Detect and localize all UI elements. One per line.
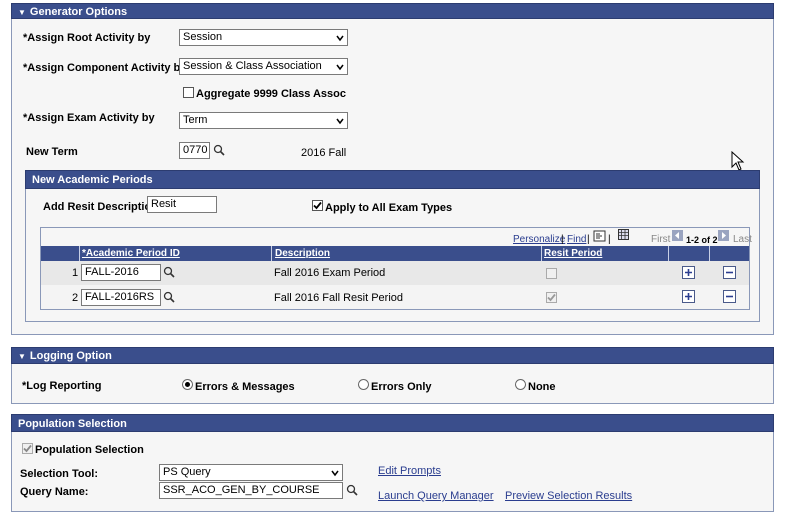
- resit-period-checkbox[interactable]: [546, 268, 557, 279]
- header-divider: [541, 246, 542, 261]
- checkmark-icon: [313, 201, 322, 210]
- generator-options-title: Generator Options: [29, 6, 128, 18]
- chevron-down-icon: [331, 470, 339, 477]
- checkmark-icon: [547, 293, 556, 302]
- radio-none-label: None: [528, 381, 556, 393]
- radio-errors-messages[interactable]: [182, 379, 193, 390]
- period-description: Fall 2016 Exam Period: [274, 267, 386, 279]
- minus-icon: [726, 295, 733, 298]
- lookup-icon[interactable]: [163, 291, 175, 303]
- aggregate-label: Aggregate 9999 Class Assoc: [196, 88, 346, 100]
- triangle-down-icon: ▼: [18, 8, 26, 17]
- query-name-label: Query Name:: [20, 486, 89, 498]
- lookup-icon[interactable]: [163, 266, 175, 278]
- download-icon[interactable]: [618, 229, 629, 240]
- first-label: First: [651, 234, 671, 245]
- period-description: Fall 2016 Fall Resit Period: [274, 292, 404, 304]
- header-divider: [668, 246, 669, 261]
- personalize-link[interactable]: Personalize: [513, 234, 565, 245]
- header-divider: [271, 246, 272, 261]
- new-term-label: New Term: [26, 146, 78, 158]
- logging-option-title: Logging Option: [29, 350, 112, 362]
- lookup-icon[interactable]: [346, 484, 358, 496]
- selection-tool-select[interactable]: PS Query: [159, 464, 343, 481]
- selection-tool-label: Selection Tool:: [20, 468, 99, 480]
- radio-errors-only-label: Errors Only: [371, 381, 432, 393]
- find-link[interactable]: Find: [567, 234, 586, 245]
- toolbar-separator: |: [608, 234, 611, 245]
- assign-exam-value: Term: [183, 114, 208, 126]
- apply-all-label: Apply to All Exam Types: [325, 202, 453, 214]
- assign-component-select[interactable]: Session & Class Association: [179, 58, 348, 75]
- add-row-button[interactable]: [682, 290, 695, 303]
- apply-all-checkbox[interactable]: [312, 200, 323, 211]
- radio-errors-only[interactable]: [358, 379, 369, 390]
- academic-period-id-value: FALL-2016: [85, 266, 139, 278]
- plus-icon: [685, 269, 692, 276]
- assign-root-value: Session: [183, 31, 223, 43]
- minus-icon: [726, 271, 733, 274]
- assign-component-label: *Assign Component Activity by: [23, 62, 187, 74]
- preview-selection-results-link[interactable]: Preview Selection Results: [505, 490, 632, 502]
- mouse-cursor-icon: [731, 151, 745, 171]
- selection-tool-value: PS Query: [163, 466, 211, 478]
- last-arrow-icon[interactable]: [718, 230, 729, 241]
- assign-root-select[interactable]: Session: [179, 29, 348, 46]
- add-row-button[interactable]: [682, 266, 695, 279]
- query-name-value: SSR_ACO_GEN_BY_COURSE: [163, 484, 320, 496]
- row-number: 2: [72, 292, 79, 304]
- academic-period-id-input[interactable]: FALL-2016: [81, 264, 161, 281]
- row-number: 1: [72, 267, 79, 279]
- lookup-icon[interactable]: [213, 144, 225, 156]
- new-term-value: 0770: [183, 144, 208, 156]
- new-term-description: 2016 Fall: [301, 147, 347, 159]
- generator-options-header[interactable]: ▼ Generator Options: [11, 3, 774, 19]
- assign-exam-label: *Assign Exam Activity by: [23, 112, 155, 124]
- academic-period-id-value: FALL-2016RS: [85, 291, 155, 303]
- delete-row-button[interactable]: [723, 290, 736, 303]
- toolbar-separator: |: [587, 234, 590, 245]
- last-label: Last: [733, 234, 752, 245]
- header-divider: [79, 246, 80, 261]
- first-arrow-icon[interactable]: [672, 230, 683, 241]
- add-resit-value: Resit: [151, 198, 177, 210]
- resit-period-checkbox[interactable]: [546, 292, 557, 303]
- plus-icon: [685, 293, 692, 300]
- header-divider: [709, 246, 710, 261]
- add-resit-label: Add Resit Description: [43, 201, 158, 213]
- column-description[interactable]: Description: [275, 246, 330, 261]
- query-name-input[interactable]: SSR_ACO_GEN_BY_COURSE: [159, 482, 343, 499]
- delete-row-button[interactable]: [723, 266, 736, 279]
- assign-component-value: Session & Class Association: [183, 60, 322, 72]
- aggregate-checkbox[interactable]: [183, 87, 194, 98]
- launch-query-manager-link[interactable]: Launch Query Manager: [378, 490, 494, 502]
- checkmark-icon: [23, 444, 32, 453]
- add-resit-input[interactable]: Resit: [147, 196, 217, 213]
- view-all-icon[interactable]: [593, 230, 606, 242]
- column-academic-period-id[interactable]: *Academic Period ID: [82, 246, 180, 261]
- chevron-down-icon: [336, 35, 344, 42]
- chevron-down-icon: [336, 64, 344, 71]
- grid-header-row: *Academic Period ID Description Resit Pe…: [41, 246, 749, 261]
- logging-option-header[interactable]: ▼ Logging Option: [11, 347, 774, 364]
- academic-period-id-input[interactable]: FALL-2016RS: [81, 289, 161, 306]
- log-reporting-label: *Log Reporting: [22, 380, 102, 392]
- chevron-down-icon: [336, 118, 344, 125]
- population-selection-checkbox[interactable]: [22, 443, 33, 454]
- new-term-input[interactable]: 0770: [179, 142, 210, 159]
- population-selection-header: Population Selection: [11, 414, 774, 432]
- radio-errors-messages-label: Errors & Messages: [195, 381, 295, 393]
- edit-prompts-link[interactable]: Edit Prompts: [378, 465, 441, 477]
- toolbar-separator: |: [561, 234, 564, 245]
- population-selection-label: Population Selection: [35, 444, 144, 456]
- row-range: 1-2 of 2: [686, 235, 718, 245]
- radio-none[interactable]: [515, 379, 526, 390]
- assign-exam-select[interactable]: Term: [179, 112, 348, 129]
- triangle-down-icon: ▼: [18, 352, 26, 361]
- academic-periods-header: New Academic Periods: [25, 170, 760, 189]
- assign-root-label: *Assign Root Activity by: [23, 32, 151, 44]
- column-resit-period[interactable]: Resit Period: [544, 246, 602, 261]
